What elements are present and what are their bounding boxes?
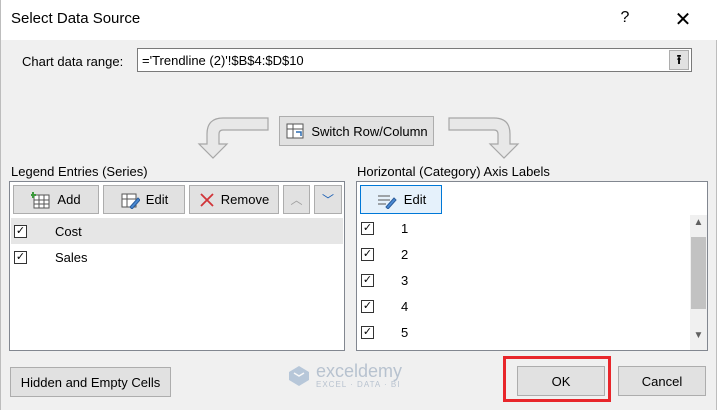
move-down-button[interactable]: ﹀ <box>314 185 342 214</box>
scroll-down-arrow-icon[interactable]: ▼ <box>690 330 707 347</box>
legend-series-row-sales[interactable]: ✓ Sales <box>11 244 343 270</box>
exceldemy-logo-icon <box>289 365 309 386</box>
edit-axis-labels-button[interactable]: Edit <box>360 185 442 214</box>
axis-label-checkbox[interactable]: ✓ <box>361 273 374 287</box>
switch-row-column-button[interactable]: Switch Row/Column <box>279 116 434 146</box>
cancel-button[interactable]: Cancel <box>618 366 706 396</box>
edit-series-label: Edit <box>145 192 169 207</box>
hidden-empty-cells-button[interactable]: Hidden and Empty Cells <box>10 367 171 397</box>
scroll-up-arrow-icon[interactable]: ▲ <box>690 217 707 234</box>
axis-label-value: 1 <box>401 220 409 236</box>
add-series-button[interactable]: Add <box>13 185 99 214</box>
remove-series-button[interactable]: Remove <box>189 185 279 214</box>
watermark-text: exceldemy EXCEL · DATA · BI <box>316 362 402 389</box>
axis-label-checkbox[interactable]: ✓ <box>361 325 374 339</box>
hidden-empty-cells-label: Hidden and Empty Cells <box>20 374 161 390</box>
edit-series-button[interactable]: Edit <box>103 185 185 214</box>
axis-labels-label: Horizontal (Category) Axis Labels <box>357 164 550 179</box>
close-button[interactable]: ✕ <box>671 7 695 31</box>
watermark-name: exceldemy <box>316 361 403 381</box>
series-name-cost: Cost <box>55 223 82 239</box>
axis-label-checkbox[interactable]: ✓ <box>361 221 374 235</box>
legend-entries-label: Legend Entries (Series) <box>11 164 148 179</box>
exceldemy-watermark: exceldemy EXCEL · DATA · BI <box>288 362 402 389</box>
select-data-source-dialog: Select Data Source ? ✕ Chart data range:… <box>0 0 717 410</box>
cancel-label: Cancel <box>641 373 683 389</box>
axis-label-checkbox[interactable]: ✓ <box>361 247 374 261</box>
axis-label-row[interactable]: ✓ 4 <box>358 293 688 319</box>
switch-row-column-icon <box>286 123 304 139</box>
right-curved-arrow-icon <box>448 117 520 159</box>
left-curved-arrow-icon <box>197 117 269 159</box>
axis-label-row[interactable]: ✓ 2 <box>358 241 688 267</box>
switch-row-column-label: Switch Row/Column <box>311 123 428 139</box>
legend-entries-panel: Add Edit Remove ︿ ﹀ ✓ Cost ✓ Sales <box>9 181 345 351</box>
axis-labels-scrollbar[interactable]: ▲ ▼ <box>690 215 707 350</box>
title-bar: Select Data Source ? ✕ <box>1 0 717 40</box>
ok-highlight-box <box>503 356 611 402</box>
watermark-tagline: EXCEL · DATA · BI <box>316 380 401 389</box>
remove-x-icon <box>200 192 214 207</box>
scroll-thumb[interactable] <box>691 237 706 309</box>
legend-series-row-cost[interactable]: ✓ Cost <box>11 218 343 244</box>
axis-labels-panel: Edit ✓ 1 ✓ 2 ✓ 3 ✓ 4 ✓ 5 ▲ ▼ <box>356 181 708 351</box>
chart-data-range-value[interactable]: ='Trendline (2)'!$B$4:$D$10 <box>142 53 304 68</box>
axis-label-value: 4 <box>401 298 409 314</box>
move-up-button[interactable]: ︿ <box>283 185 310 214</box>
axis-label-checkbox[interactable]: ✓ <box>361 299 374 313</box>
chart-data-range-label: Chart data range: <box>22 54 124 69</box>
series-checkbox-cost[interactable]: ✓ <box>14 224 27 238</box>
add-series-label: Add <box>57 192 81 207</box>
edit-axis-icon <box>377 195 397 209</box>
axis-label-value: 2 <box>401 246 409 262</box>
chart-data-range-input[interactable]: ='Trendline (2)'!$B$4:$D$10 ⭱ <box>137 48 692 72</box>
help-button[interactable]: ? <box>613 9 637 31</box>
series-name-sales: Sales <box>55 249 88 265</box>
collapse-dialog-button[interactable]: ⭱ <box>669 50 689 70</box>
axis-label-row[interactable]: ✓ 3 <box>358 267 688 293</box>
add-series-icon <box>31 191 50 208</box>
dialog-title: Select Data Source <box>11 10 141 27</box>
edit-series-icon <box>121 193 140 209</box>
edit-axis-labels-label: Edit <box>403 192 427 207</box>
remove-series-label: Remove <box>220 192 270 207</box>
axis-label-row[interactable]: ✓ 5 <box>358 319 688 345</box>
series-checkbox-sales[interactable]: ✓ <box>14 250 27 264</box>
axis-label-row[interactable]: ✓ 1 <box>358 215 688 241</box>
axis-label-value: 5 <box>401 324 409 340</box>
axis-label-value: 3 <box>401 272 409 288</box>
